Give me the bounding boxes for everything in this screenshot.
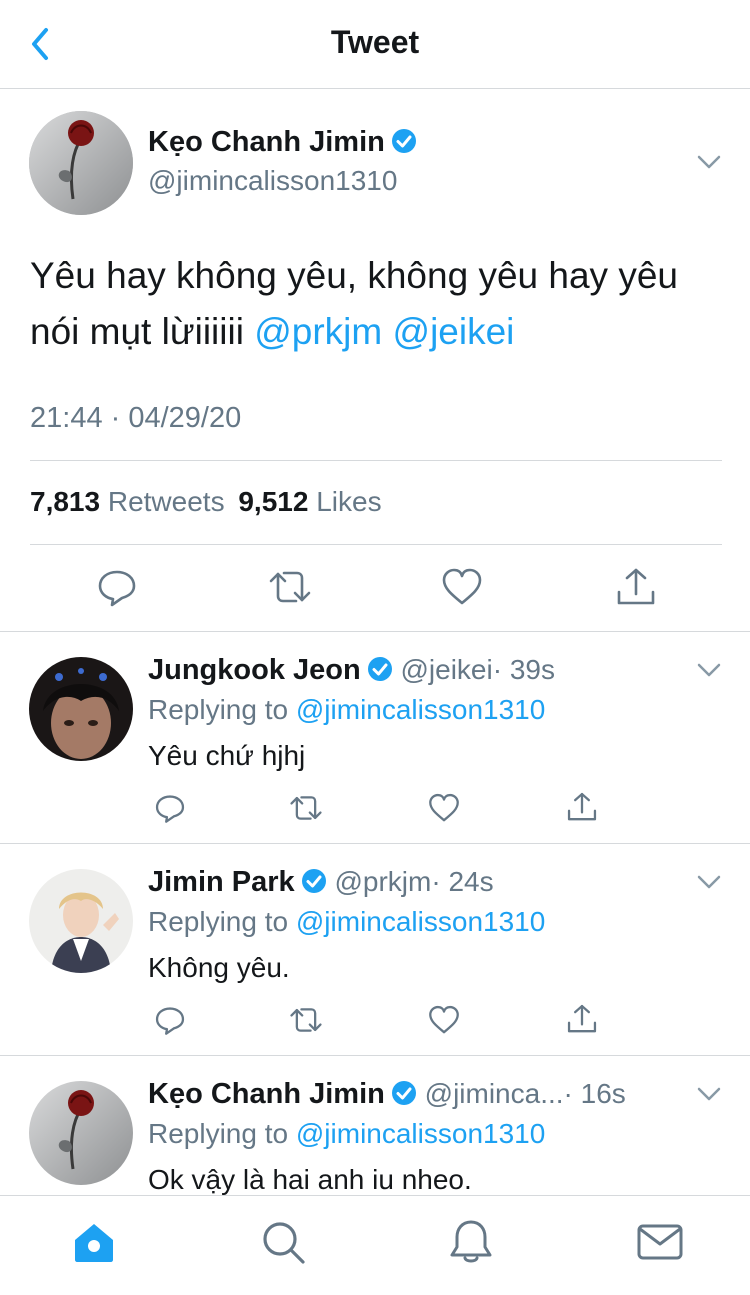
reply-header: Kẹo Chanh Jimin @jiminca...· 16s (148, 1078, 626, 1111)
like-icon[interactable] (428, 792, 460, 824)
tweet-timestamp: 21:44 · 04/29/20 (30, 402, 242, 434)
chevron-down-icon[interactable] (696, 874, 722, 890)
author-name[interactable]: Jimin Park (148, 866, 295, 898)
reply-icon[interactable] (96, 566, 138, 608)
replying-to-label: Replying to (148, 694, 289, 725)
author-handle: @jimincalisson1310 (148, 165, 398, 196)
retweet-icon[interactable] (288, 1004, 324, 1036)
author-handle[interactable]: @jiminca... (425, 1078, 564, 1109)
messages-icon[interactable] (636, 1218, 684, 1266)
reply-time: · 24s (431, 866, 494, 897)
replying-to-label: Replying to (148, 1118, 289, 1149)
verified-badge-icon (301, 869, 326, 893)
replying-to: Replying to @jimincalisson1310 (148, 906, 545, 938)
replying-to-link[interactable]: @jimincalisson1310 (296, 1118, 545, 1149)
replying-to-link[interactable]: @jimincalisson1310 (296, 694, 545, 725)
tweet-text: Yêu hay không yêu, không yêu hay yêu nói… (30, 248, 710, 360)
like-icon[interactable] (441, 566, 483, 608)
page-title: Tweet (330, 24, 420, 60)
chevron-down-icon[interactable] (696, 154, 722, 170)
likes-count[interactable]: 9,512 (238, 486, 308, 517)
author-handle[interactable]: @prkjm (334, 866, 431, 897)
share-icon[interactable] (615, 566, 657, 608)
verified-badge-icon (367, 657, 392, 681)
retweet-icon[interactable] (288, 792, 324, 824)
likes-label[interactable]: Likes (316, 486, 381, 517)
tweet-stats: 7,813 Retweets 9,512 Likes (30, 486, 382, 518)
reply-icon[interactable] (154, 1004, 186, 1036)
mention-link[interactable]: @prkjm (254, 311, 382, 352)
share-icon[interactable] (566, 790, 598, 824)
top-bar: Tweet (0, 0, 750, 89)
tab-bar (0, 1195, 750, 1295)
author-name-row[interactable]: Kẹo Chanh Jimin (148, 126, 417, 159)
retweets-label[interactable]: Retweets (108, 486, 225, 517)
reply-text: Ok vậy là hai anh iu nheo. (148, 1164, 472, 1195)
chevron-down-icon[interactable] (696, 662, 722, 678)
reply-text: Yêu chứ hjhj (148, 740, 306, 771)
divider (0, 631, 750, 632)
replying-to: Replying to @jimincalisson1310 (148, 1118, 545, 1150)
author-name[interactable]: Kẹo Chanh Jimin (148, 1078, 385, 1110)
divider (30, 544, 722, 545)
avatar[interactable] (29, 111, 133, 215)
avatar[interactable] (29, 869, 133, 973)
divider (0, 1055, 750, 1056)
reply-time: · 39s (492, 654, 555, 685)
reply-header: Jungkook Jeon @jeikei· 39s (148, 654, 555, 687)
avatar[interactable] (29, 1081, 133, 1185)
verified-badge-icon (391, 129, 416, 153)
like-icon[interactable] (428, 1004, 460, 1036)
verified-badge-icon (391, 1081, 416, 1105)
replying-to-link[interactable]: @jimincalisson1310 (296, 906, 545, 937)
search-icon[interactable] (259, 1218, 307, 1266)
notifications-icon[interactable] (447, 1218, 495, 1266)
share-icon[interactable] (566, 1002, 598, 1036)
author-handle[interactable]: @jeikei (400, 654, 492, 685)
replying-to: Replying to @jimincalisson1310 (148, 694, 545, 726)
replying-to-label: Replying to (148, 906, 289, 937)
mention-link[interactable]: @jeikei (393, 311, 515, 352)
divider (0, 843, 750, 844)
home-icon[interactable] (70, 1218, 118, 1266)
reply-time: · 16s (563, 1078, 626, 1109)
reply-text: Không yêu. (148, 952, 290, 983)
reply-icon[interactable] (154, 792, 186, 824)
chevron-down-icon[interactable] (696, 1086, 722, 1102)
retweet-icon[interactable] (268, 566, 312, 608)
divider (30, 460, 722, 461)
author-name: Kẹo Chanh Jimin (148, 126, 385, 158)
author-name[interactable]: Jungkook Jeon (148, 654, 361, 686)
reply-header: Jimin Park @prkjm· 24s (148, 866, 494, 899)
retweets-count[interactable]: 7,813 (30, 486, 100, 517)
avatar[interactable] (29, 657, 133, 761)
